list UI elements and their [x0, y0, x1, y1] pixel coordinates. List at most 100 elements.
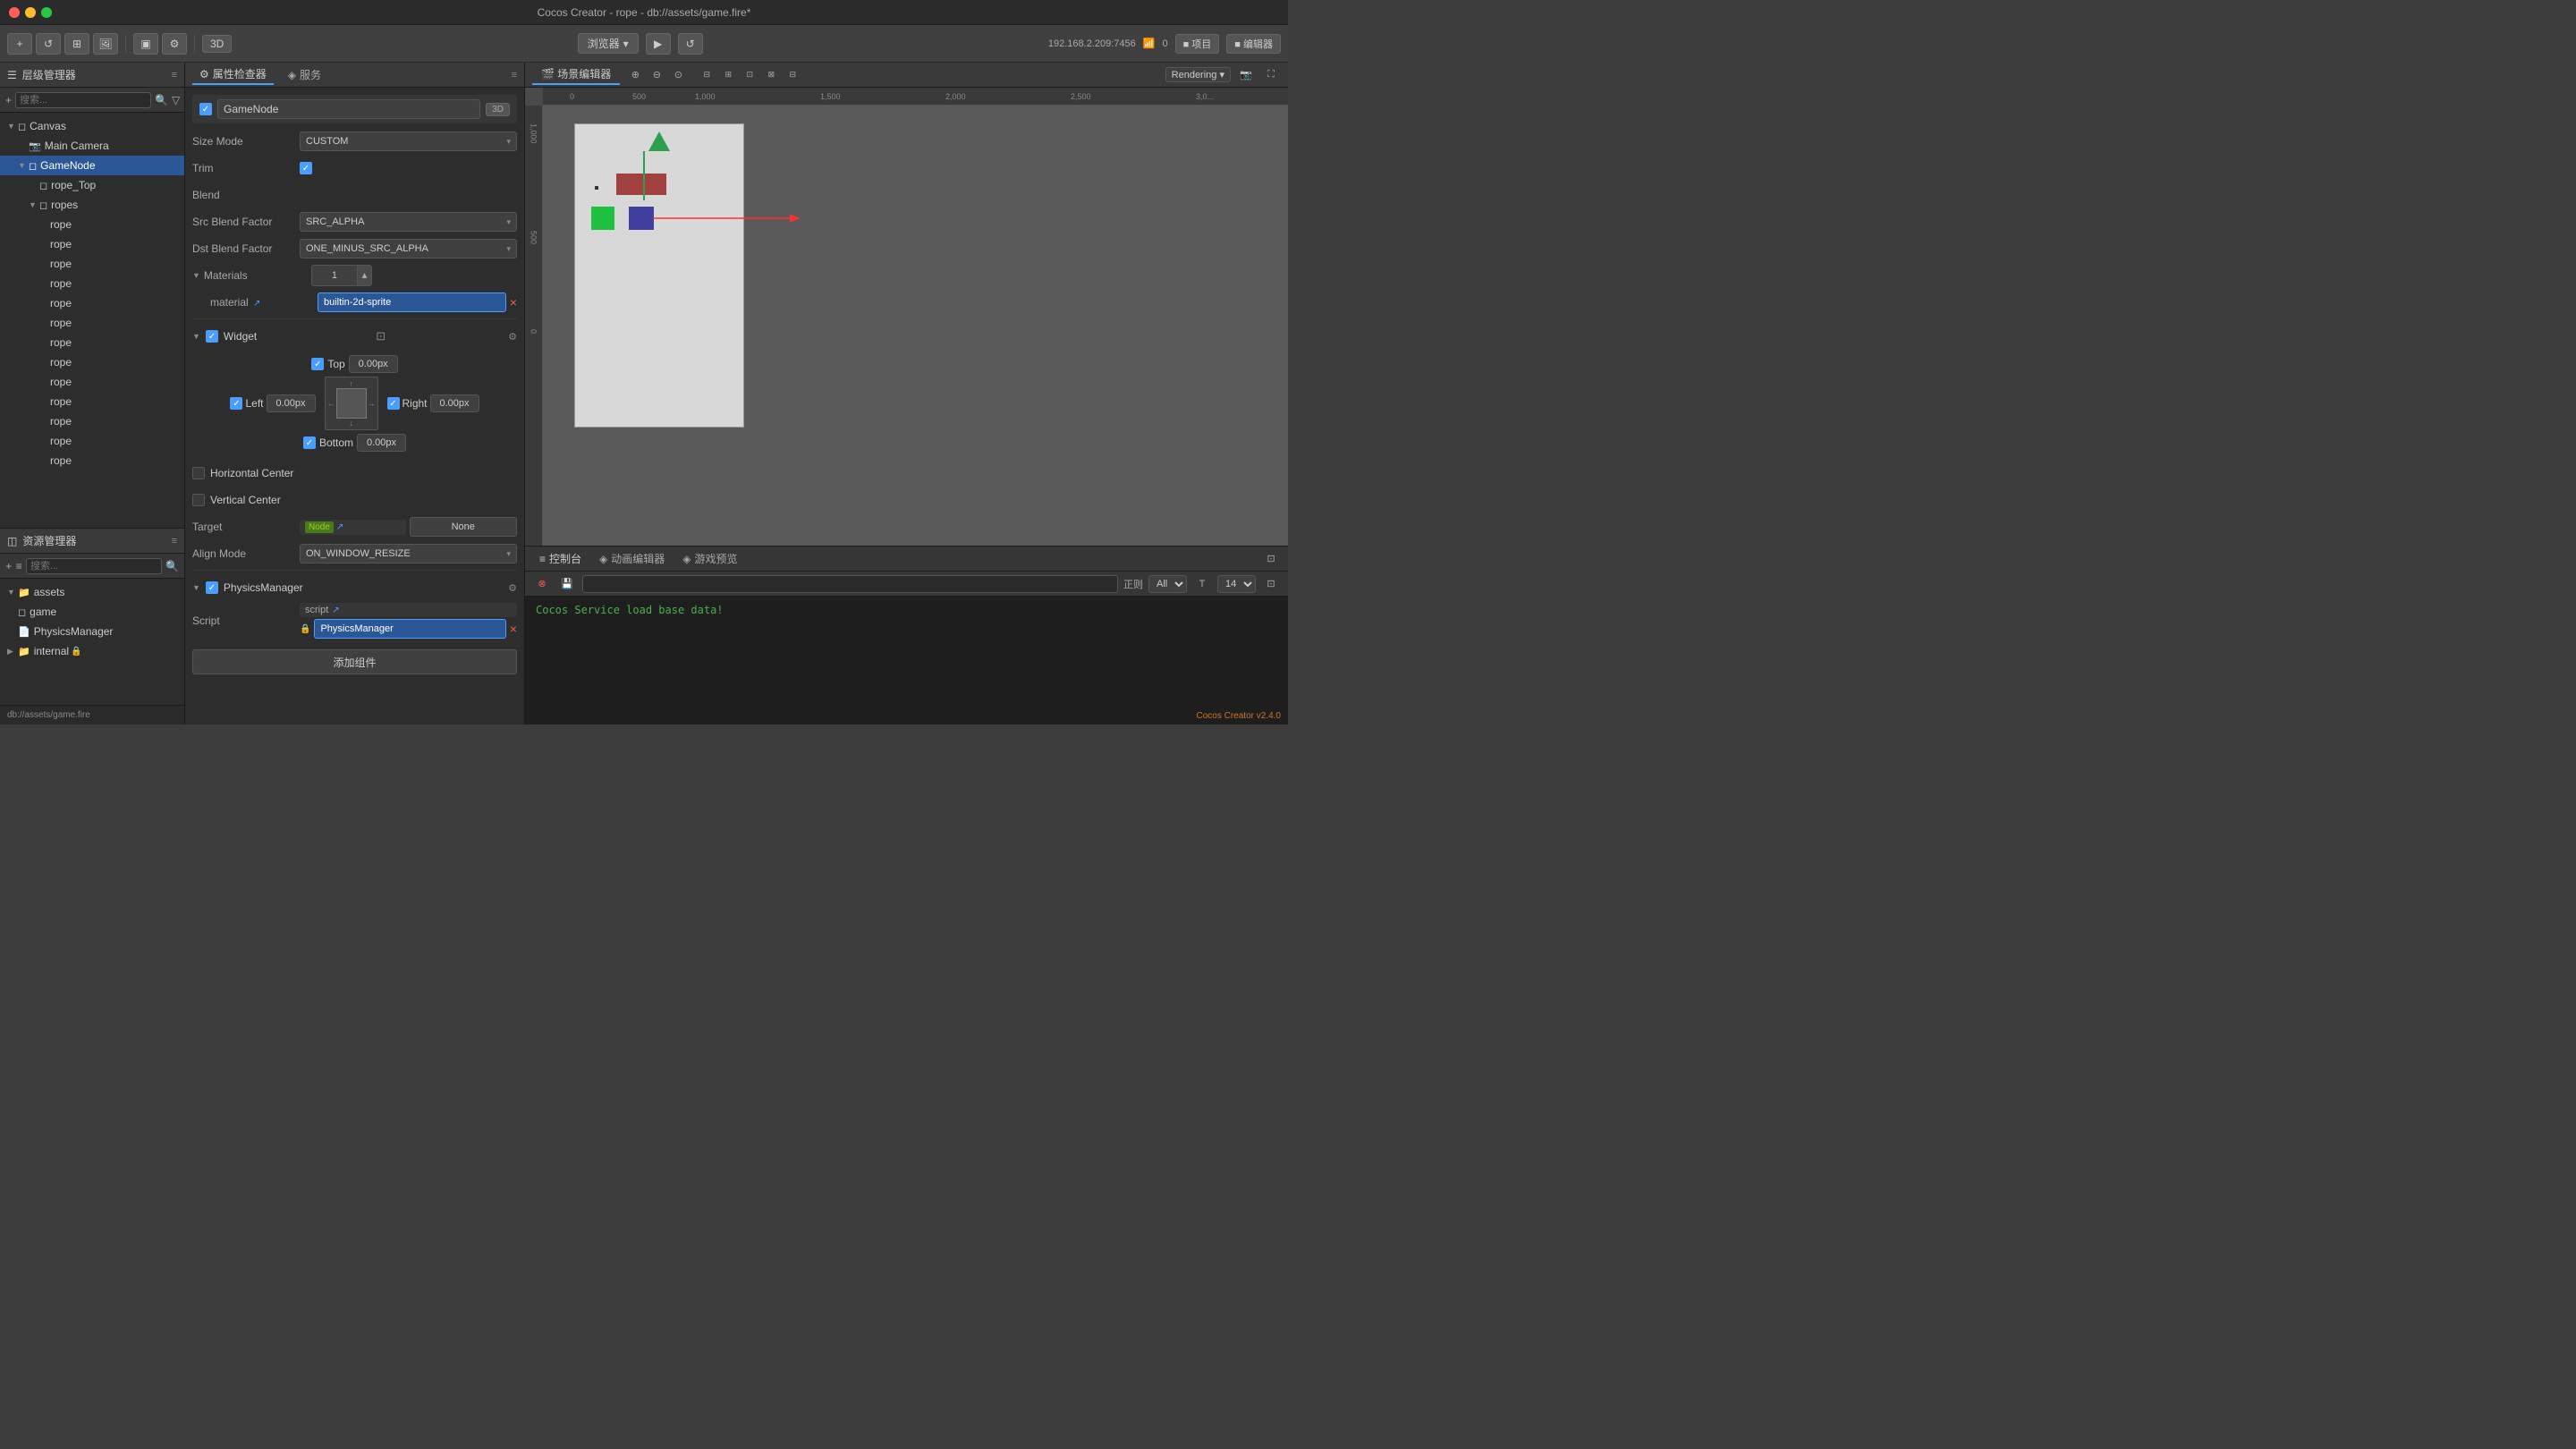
console-level-select[interactable]: All: [1148, 575, 1187, 593]
list-item[interactable]: rope: [0, 254, 184, 274]
widget-expand-icon[interactable]: ⊡: [376, 329, 386, 343]
node-name-input[interactable]: [217, 99, 480, 119]
grid-icon[interactable]: ⊡: [740, 66, 759, 84]
widget-right-checkbox[interactable]: ✓: [387, 397, 400, 410]
target-node-link-icon[interactable]: ↗: [336, 522, 343, 532]
widget-bottom-checkbox[interactable]: ✓: [303, 436, 316, 449]
tab-game-preview[interactable]: ◈ 游戏预览: [675, 549, 744, 568]
maximize-button[interactable]: [41, 7, 52, 18]
physics-section-header[interactable]: ▼ ✓ PhysicsManager ⚙: [192, 576, 517, 599]
zoom-in-icon[interactable]: ⊕: [625, 66, 645, 84]
list-item[interactable]: rope: [0, 431, 184, 451]
tab-console[interactable]: ≡ 控制台: [532, 549, 589, 568]
target-value-input[interactable]: [410, 517, 518, 537]
toolbar-build-button[interactable]: ▣: [133, 33, 158, 55]
scene-viewport[interactable]: [543, 106, 1288, 546]
tree-item-ropes[interactable]: ▼ ◻ ropes: [0, 195, 184, 215]
tree-item-gamenode[interactable]: ▼ ◻ GameNode: [0, 156, 184, 175]
assets-menu-icon[interactable]: ≡: [172, 536, 177, 547]
asset-item-internal[interactable]: ▶ 📁 internal 🔒: [0, 641, 184, 661]
assets-list-view-button[interactable]: ≡: [16, 558, 23, 574]
trim-checkbox[interactable]: ✓: [300, 162, 312, 174]
asset-item-assets[interactable]: ▼ 📁 assets: [0, 582, 184, 602]
list-item[interactable]: rope: [0, 333, 184, 352]
console-font-size-select[interactable]: 14: [1217, 575, 1256, 593]
horizontal-center-checkbox[interactable]: [192, 467, 205, 479]
materials-count-up[interactable]: ▲: [357, 266, 371, 285]
console-T-icon[interactable]: T: [1192, 575, 1212, 593]
play-button[interactable]: ▶: [646, 33, 671, 55]
add-component-button[interactable]: 添加组件: [192, 649, 517, 674]
snap-icon[interactable]: ⊠: [761, 66, 781, 84]
zoom-out-icon[interactable]: ⊖: [647, 66, 666, 84]
console-save-icon[interactable]: 💾: [557, 575, 577, 593]
tree-item-main-camera[interactable]: 📷 Main Camera: [0, 136, 184, 156]
scene-canvas[interactable]: 使用鼠标右键平移视图焦点，使用滚轮缩放放视图 0 500 1,000 1,500…: [525, 88, 1288, 546]
list-item[interactable]: rope: [0, 274, 184, 293]
editor-button[interactable]: ■ 编辑器: [1226, 34, 1281, 54]
refresh-game-button[interactable]: ↺: [678, 33, 703, 55]
list-item[interactable]: rope: [0, 293, 184, 313]
close-button[interactable]: [9, 7, 20, 18]
node-enable-checkbox[interactable]: ✓: [199, 103, 212, 115]
scene-fullscreen-icon[interactable]: ⛶: [1261, 66, 1281, 84]
tree-item-rope-top[interactable]: ◻ rope_Top: [0, 175, 184, 195]
script-link-icon[interactable]: ↗: [332, 606, 339, 615]
materials-count-spinner[interactable]: ▲: [311, 265, 372, 286]
assets-add-button[interactable]: +: [5, 558, 13, 574]
toolbar-refresh-button[interactable]: ↺: [36, 33, 61, 55]
align-mode-select[interactable]: ON_WINDOW_RESIZE ▾: [300, 544, 517, 564]
dst-blend-select[interactable]: ONE_MINUS_SRC_ALPHA ▾: [300, 239, 517, 258]
tree-item-canvas[interactable]: ▼ ◻ Canvas: [0, 116, 184, 136]
material-link-icon[interactable]: ↗: [253, 299, 260, 309]
console-right-expand-icon[interactable]: ⊡: [1261, 575, 1281, 593]
list-item[interactable]: rope: [0, 411, 184, 431]
list-item[interactable]: rope: [0, 352, 184, 372]
materials-count-input[interactable]: [312, 266, 357, 285]
toolbar-settings-button[interactable]: ⚙: [162, 33, 187, 55]
list-item[interactable]: rope: [0, 234, 184, 254]
list-item[interactable]: rope: [0, 215, 184, 234]
widget-settings-icon[interactable]: ⚙: [508, 331, 517, 343]
hierarchy-search-input[interactable]: [15, 92, 151, 108]
console-filter-input[interactable]: [582, 575, 1118, 593]
camera-icon[interactable]: 📷: [1236, 66, 1256, 84]
rendering-select[interactable]: Rendering ▾: [1165, 67, 1231, 82]
list-item[interactable]: rope: [0, 372, 184, 392]
physics-enable-checkbox[interactable]: ✓: [206, 581, 218, 594]
inspector-menu-icon[interactable]: ≡: [512, 70, 517, 80]
size-mode-select[interactable]: CUSTOM ▾: [300, 131, 517, 151]
toolbar-screenshot-button[interactable]: 🖼: [93, 33, 118, 55]
widget-left-checkbox[interactable]: ✓: [230, 397, 242, 410]
console-stop-icon[interactable]: ⊗: [532, 575, 552, 593]
widget-top-input[interactable]: [349, 355, 398, 373]
script-input[interactable]: PhysicsManager: [314, 619, 505, 639]
widget-top-checkbox[interactable]: ✓: [311, 358, 324, 370]
asset-item-game[interactable]: ◻ game: [0, 602, 184, 622]
list-item[interactable]: rope: [0, 451, 184, 470]
hierarchy-refresh-icon[interactable]: ↺: [183, 92, 184, 108]
assets-search-icon[interactable]: 🔍: [165, 558, 179, 574]
scene-editor-tab[interactable]: 🎬 场景编辑器: [532, 64, 620, 85]
widget-bottom-input[interactable]: [357, 434, 406, 452]
browser-button[interactable]: 浏览器 ▾: [578, 33, 639, 54]
tab-animation-editor[interactable]: ◈ 动画编辑器: [592, 549, 672, 568]
minimize-button[interactable]: [25, 7, 36, 18]
widget-right-input[interactable]: [430, 394, 479, 412]
zoom-fit-icon[interactable]: ⊙: [668, 66, 688, 84]
ruler-v-icon[interactable]: ⊞: [718, 66, 738, 84]
toolbar-add-button[interactable]: +: [7, 33, 32, 55]
hierarchy-menu-icon[interactable]: ≡: [172, 70, 177, 80]
widget-enable-checkbox[interactable]: ✓: [206, 330, 218, 343]
widget-left-input[interactable]: [267, 394, 316, 412]
toolbar-fullscreen-button[interactable]: ⊞: [64, 33, 89, 55]
material-input[interactable]: builtin-2d-sprite: [318, 292, 506, 312]
ruler-h-icon[interactable]: ⊟: [697, 66, 716, 84]
asset-item-physics-manager[interactable]: 📄 PhysicsManager: [0, 622, 184, 641]
list-item[interactable]: rope: [0, 313, 184, 333]
tab-service[interactable]: ◈ 服务: [281, 65, 328, 84]
vertical-center-checkbox[interactable]: [192, 494, 205, 506]
src-blend-select[interactable]: SRC_ALPHA ▾: [300, 212, 517, 232]
list-item[interactable]: rope: [0, 392, 184, 411]
physics-settings-icon[interactable]: ⚙: [508, 582, 517, 594]
